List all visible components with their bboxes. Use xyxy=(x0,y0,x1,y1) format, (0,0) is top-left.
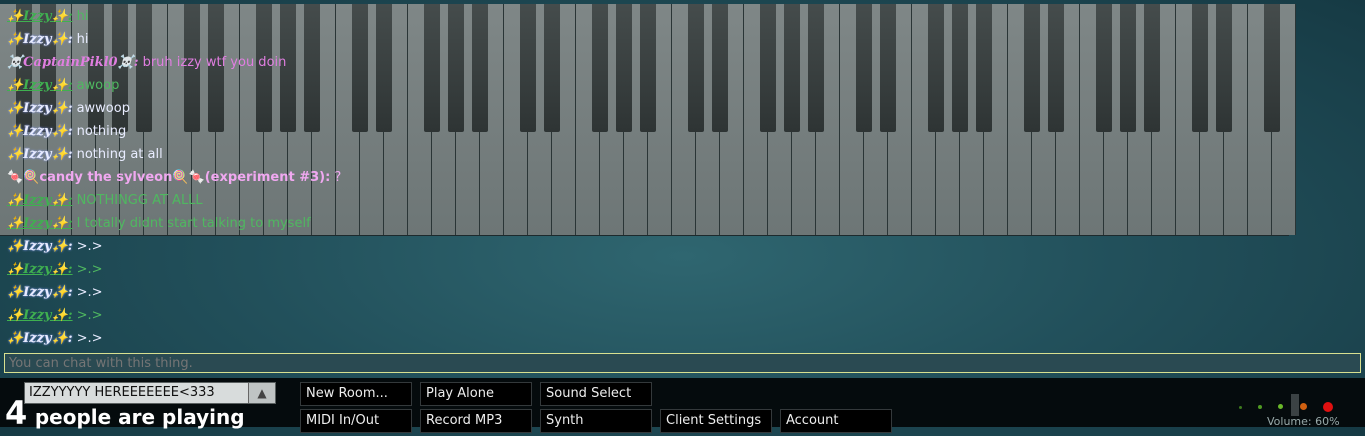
chat-message: ✨Izzy✨: hi xyxy=(7,8,88,26)
chat-nick[interactable]: ✨Izzy✨: xyxy=(7,216,73,231)
chat-text: ? xyxy=(334,170,342,185)
status-light-icon xyxy=(1239,406,1242,409)
piano-black-key[interactable] xyxy=(1216,4,1232,132)
chat-nick[interactable]: ✨Izzy✨: xyxy=(7,308,73,323)
volume-label: Volume: 60% xyxy=(1267,415,1340,428)
volume-knob[interactable] xyxy=(1291,394,1299,416)
chat-message: ✨Izzy✨: NOTHINGG AT ALLL xyxy=(7,192,203,210)
chat-text: nothing at all xyxy=(76,147,163,162)
chat-nick[interactable]: ✨Izzy✨: xyxy=(7,262,73,277)
piano-black-key[interactable] xyxy=(1264,4,1280,132)
chat-text: >.> xyxy=(76,308,103,323)
chat-text: hi xyxy=(76,32,89,47)
chat-nick[interactable]: ✨Izzy✨: xyxy=(7,147,73,162)
chat-nick[interactable]: ✨Izzy✨: xyxy=(7,101,73,116)
chat-message: ✨Izzy✨: >.> xyxy=(7,238,103,256)
new-room-button[interactable]: New Room... xyxy=(300,382,412,406)
chat-text: bruh izzy wtf you doin xyxy=(142,55,287,70)
chat-message: ✨Izzy✨: >.> xyxy=(7,330,103,348)
chat-text: >.> xyxy=(76,239,103,254)
record-mp3-button[interactable]: Record MP3 xyxy=(420,409,532,433)
chat-input[interactable] xyxy=(4,353,1361,373)
chat-message: ✨Izzy✨: hi xyxy=(7,31,88,49)
chat-nick[interactable]: 🍬🍭candy the sylveon🍭🍬(experiment #3): xyxy=(7,170,330,185)
chat-text: nothing xyxy=(76,124,127,139)
chat-nick[interactable]: ✨Izzy✨: xyxy=(7,193,73,208)
player-count-label: people are playing xyxy=(34,405,245,429)
chat-nick[interactable]: ✨Izzy✨: xyxy=(7,78,73,93)
chat-message: ✨Izzy✨: awwoop xyxy=(7,100,130,118)
synth-button[interactable]: Synth xyxy=(540,409,652,433)
chat-message: ☠️CaptainPikl0☠️: bruh izzy wtf you doin xyxy=(7,54,286,72)
account-button[interactable]: Account xyxy=(780,409,892,433)
status-light-icon xyxy=(1278,404,1283,409)
player-count: 4 people are playing xyxy=(5,396,245,430)
chat-message: ✨Izzy✨: awoop xyxy=(7,77,119,95)
chat-text: awoop xyxy=(76,78,120,93)
piano-black-key[interactable] xyxy=(1192,4,1208,132)
chat-text: NOTHINGG AT ALLL xyxy=(76,193,203,208)
chat-message: ✨Izzy✨: >.> xyxy=(7,307,103,325)
piano-black-key[interactable] xyxy=(1024,4,1040,132)
chat-message: ✨Izzy✨: I totally didnt start talking to … xyxy=(7,215,311,233)
chat-message: ✨Izzy✨: >.> xyxy=(7,261,103,279)
chat-nick[interactable]: ✨Izzy✨: xyxy=(7,32,73,47)
chat-nick[interactable]: ✨Izzy✨: xyxy=(7,9,73,24)
bottom-bar: IZZYYYYY HEREEEEEEE<333 ▲ 4 people are p… xyxy=(0,378,1365,433)
volume-control[interactable]: Volume: 60% xyxy=(1230,378,1365,428)
piano-black-key[interactable] xyxy=(1120,4,1136,132)
piano-black-key[interactable] xyxy=(1144,4,1160,132)
chat-text: hi xyxy=(76,9,89,24)
status-light-icon xyxy=(1300,403,1307,410)
chat-message: 🍬🍭candy the sylveon🍭🍬(experiment #3):? xyxy=(7,169,341,187)
piano-black-key[interactable] xyxy=(1048,4,1064,132)
chat-text: I totally didnt start talking to myself xyxy=(76,216,311,231)
chat-nick[interactable]: ☠️CaptainPikl0☠️: xyxy=(7,55,139,70)
chat-text: >.> xyxy=(76,331,103,346)
triangle-up-icon[interactable]: ▲ xyxy=(248,383,275,403)
midi-button[interactable]: MIDI In/Out xyxy=(300,409,412,433)
chat-text: >.> xyxy=(76,262,103,277)
chat-message: ✨Izzy✨: >.> xyxy=(7,284,103,302)
chat-nick[interactable]: ✨Izzy✨: xyxy=(7,285,73,300)
chat-message: ✨Izzy✨: nothing xyxy=(7,123,126,141)
client-settings-button[interactable]: Client Settings xyxy=(660,409,772,433)
player-count-number: 4 xyxy=(5,394,28,432)
sound-select-button[interactable]: Sound Select xyxy=(540,382,652,406)
chat-text: >.> xyxy=(76,285,103,300)
chat-log: ✨Izzy✨: hi ✨Izzy✨: hi ☠️CaptainPikl0☠️: bruh … xyxy=(0,0,1000,350)
chat-nick[interactable]: ✨Izzy✨: xyxy=(7,124,73,139)
piano-black-key[interactable] xyxy=(1096,4,1112,132)
chat-message: ✨Izzy✨: nothing at all xyxy=(7,146,163,164)
chat-nick[interactable]: ✨Izzy✨: xyxy=(7,331,73,346)
play-alone-button[interactable]: Play Alone xyxy=(420,382,532,406)
chat-text: awwoop xyxy=(76,101,130,116)
chat-nick[interactable]: ✨Izzy✨: xyxy=(7,239,73,254)
status-light-icon xyxy=(1258,405,1262,409)
status-light-icon xyxy=(1323,402,1333,412)
